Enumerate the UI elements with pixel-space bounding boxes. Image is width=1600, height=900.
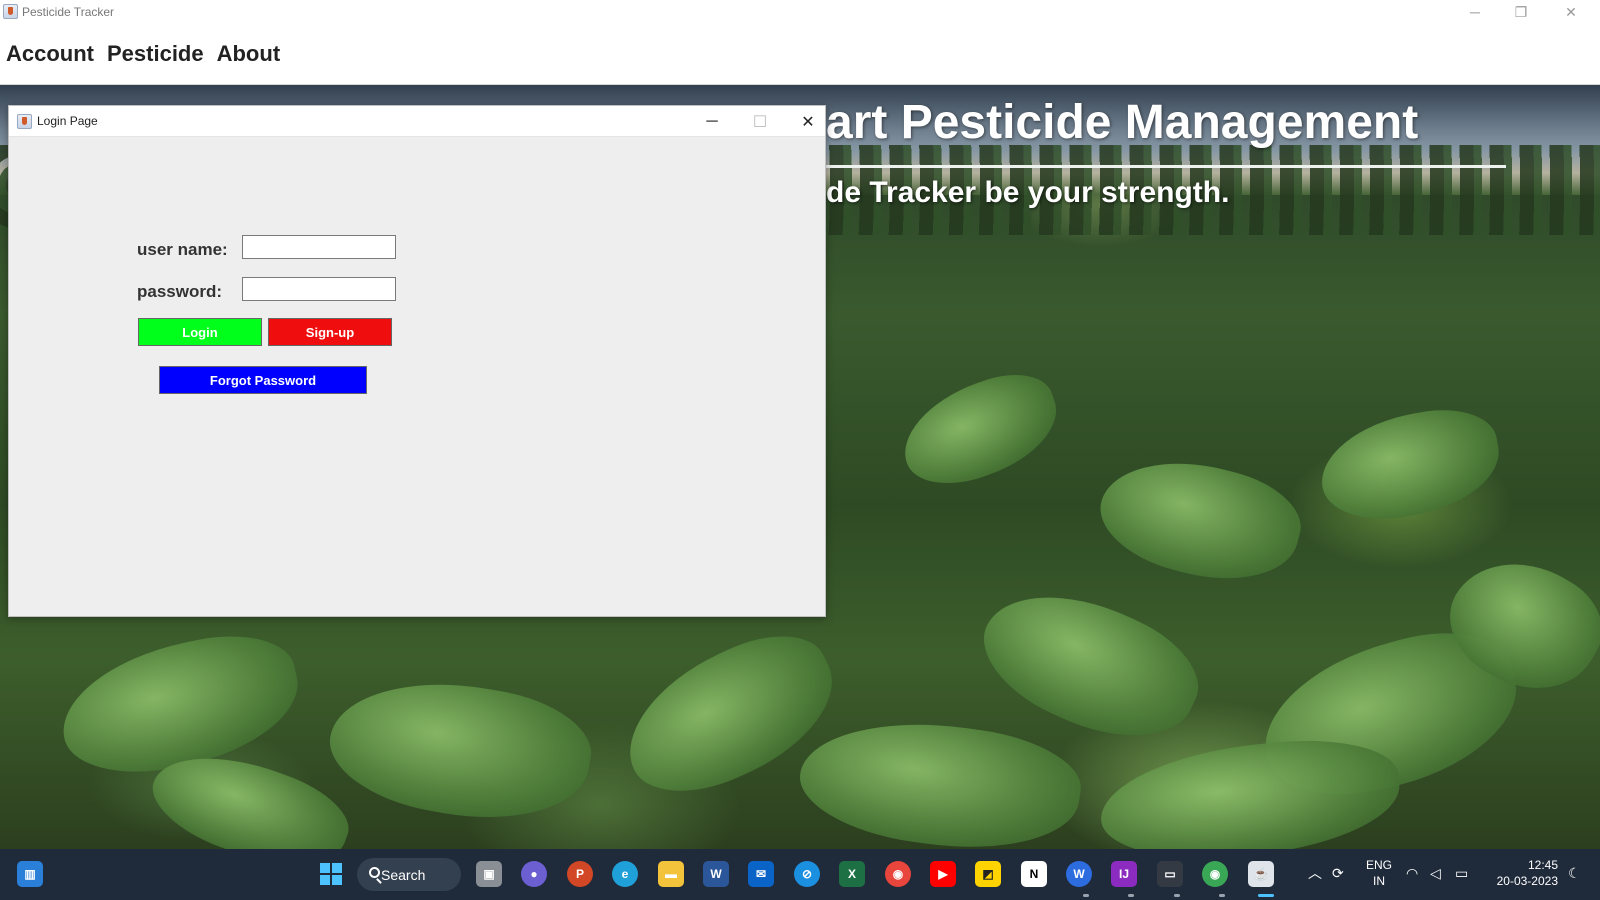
hero-subtitle: de Tracker be your strength. [826, 176, 1230, 209]
terminal-icon[interactable]: ▭ [1157, 861, 1183, 887]
windows-start-icon[interactable] [318, 861, 344, 887]
speaker-icon[interactable]: ◁ [1430, 865, 1441, 881]
chrome-icon[interactable]: ◉ [885, 861, 911, 887]
java-app-icon[interactable]: ☕ [1248, 861, 1274, 887]
username-label: user name: [137, 240, 228, 259]
search-icon [369, 867, 380, 878]
language-indicator[interactable]: ENG IN [1364, 857, 1394, 889]
sticky-notes-icon[interactable]: ◩ [975, 861, 1001, 887]
safari-icon[interactable]: ⊘ [794, 861, 820, 887]
java-app-icon [17, 114, 32, 129]
signup-button[interactable]: Sign-up [268, 318, 392, 346]
leaf [1312, 400, 1508, 530]
task-view-icon[interactable]: ▣ [476, 861, 502, 887]
leaf [1095, 732, 1405, 849]
login-titlebar: Login Page ─ ☐ ✕ [9, 106, 825, 137]
password-input[interactable] [242, 277, 396, 301]
menu-account[interactable]: Account [6, 41, 94, 67]
youtube-icon[interactable]: ▶ [930, 861, 956, 887]
taskbar-search-label: Search [381, 866, 426, 883]
chrome-profile-icon[interactable]: ◉ [1202, 861, 1228, 887]
battery-icon[interactable]: ▭ [1455, 865, 1468, 881]
running-indicator [1128, 894, 1134, 897]
excel-icon[interactable]: X [839, 861, 865, 887]
taskbar: ▥ Search ▣ ● P e ▬ W ✉ ⊘ X ◉ ▶ ◩ N W IJ … [0, 849, 1600, 900]
leaf [1089, 440, 1311, 600]
language-line2: IN [1373, 874, 1385, 888]
login-button[interactable]: Login [138, 318, 262, 346]
word-icon[interactable]: W [703, 861, 729, 887]
menu-bar: Account Pesticide About [0, 24, 1600, 85]
running-indicator [1219, 894, 1225, 897]
clock-time: 12:45 [1527, 858, 1558, 872]
notion-icon[interactable]: N [1021, 861, 1047, 887]
file-explorer-icon[interactable]: ▬ [658, 861, 684, 887]
hero-title: art Pesticide Management [826, 96, 1419, 149]
close-button[interactable]: ✕ [1548, 0, 1594, 24]
intellij-icon[interactable]: IJ [1111, 861, 1137, 887]
language-line1: ENG [1365, 858, 1392, 872]
leaf [320, 663, 600, 837]
mail-icon[interactable]: ✉ [748, 861, 774, 887]
active-indicator [1258, 894, 1274, 897]
login-maximize-button[interactable]: ☐ [737, 106, 783, 137]
leaf [793, 706, 1087, 849]
login-close-button[interactable]: ✕ [785, 106, 831, 137]
restore-button[interactable]: ❐ [1498, 0, 1544, 24]
clock-date: 20-03-2023 [1496, 874, 1558, 888]
hero-divider [826, 165, 1506, 168]
notification-icon[interactable]: ☾ [1568, 865, 1581, 881]
menu-about[interactable]: About [217, 41, 281, 67]
login-dialog: Login Page ─ ☐ ✕ user name: password: Lo… [8, 105, 826, 617]
menu-pesticide[interactable]: Pesticide [107, 41, 204, 67]
login-minimize-button[interactable]: ─ [689, 106, 735, 137]
widgets-icon[interactable]: ▥ [17, 861, 43, 887]
main-titlebar: Pesticide Tracker ─ ❐ ✕ [0, 0, 1600, 24]
running-indicator [1174, 894, 1180, 897]
chevron-up-icon[interactable]: ︿ [1308, 865, 1322, 881]
running-indicator [1083, 894, 1089, 897]
username-input[interactable] [242, 235, 396, 259]
minimize-button[interactable]: ─ [1452, 0, 1498, 24]
edge-icon[interactable]: e [612, 861, 638, 887]
password-label: password: [137, 282, 223, 301]
wondershare-icon[interactable]: W [1066, 861, 1092, 887]
login-dialog-title: Login Page [37, 114, 98, 128]
clock[interactable]: 12:45 20-03-2023 [1488, 857, 1558, 889]
wifi-icon[interactable]: ◠ [1406, 865, 1418, 881]
powerpoint-icon[interactable]: P [567, 861, 593, 887]
forgot-password-button[interactable]: Forgot Password [159, 366, 367, 394]
teams-chat-icon[interactable]: ● [521, 861, 547, 887]
leaf [889, 360, 1071, 500]
taskbar-search[interactable]: Search [357, 858, 461, 891]
sync-icon[interactable]: ⟳ [1332, 865, 1344, 881]
java-app-icon [3, 4, 18, 19]
window-title: Pesticide Tracker [22, 5, 115, 19]
